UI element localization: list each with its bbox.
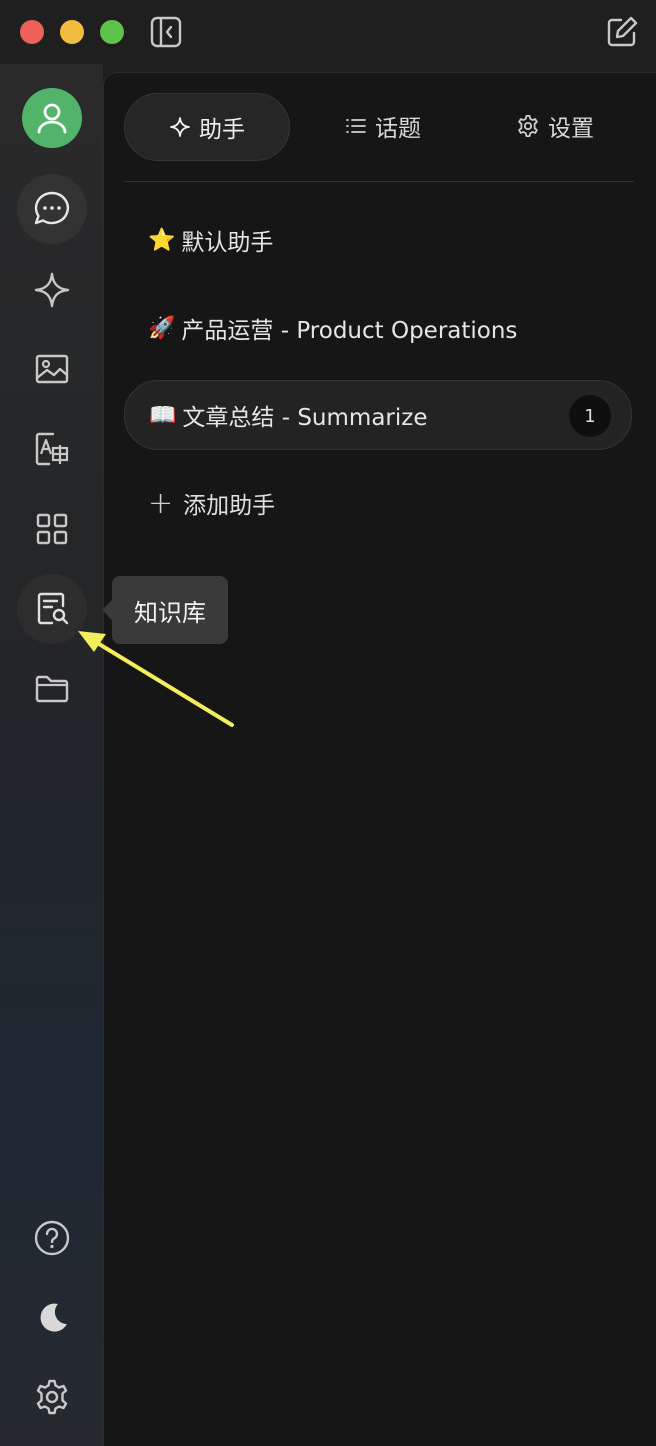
sidebar-collapse-icon bbox=[150, 16, 182, 48]
tab-label: 话题 bbox=[375, 116, 421, 142]
tab-label: 设置 bbox=[548, 116, 594, 142]
sparkle-icon bbox=[170, 117, 190, 137]
topic-count-badge: 1 bbox=[569, 395, 611, 437]
apps-grid-icon bbox=[36, 513, 68, 545]
close-window-button[interactable] bbox=[20, 20, 44, 44]
sidebar-toggle-button[interactable] bbox=[148, 14, 184, 50]
tab-settings[interactable]: 设置 bbox=[496, 93, 614, 159]
chat-icon bbox=[34, 191, 69, 225]
rail-settings-button[interactable] bbox=[17, 1362, 87, 1432]
assistant-item-summarize[interactable]: 📖 文章总结 - Summarize 1 bbox=[124, 380, 632, 450]
app-window: 助手 话题 设置 ⭐ 默认助手 🚀 产品运营 - Product Operati… bbox=[0, 0, 656, 1446]
translate-icon bbox=[35, 432, 69, 466]
panel-tabs: 助手 话题 设置 bbox=[124, 93, 634, 163]
assistant-name: 产品运营 - Product Operations bbox=[181, 318, 518, 344]
edit-icon bbox=[607, 16, 638, 47]
tab-assistants[interactable]: 助手 bbox=[124, 93, 290, 161]
add-assistant-button[interactable]: + 添加助手 bbox=[124, 468, 632, 538]
assistant-item-product-operations[interactable]: 🚀 产品运营 - Product Operations bbox=[124, 293, 632, 363]
user-avatar[interactable] bbox=[22, 88, 82, 148]
image-icon bbox=[35, 354, 69, 384]
add-assistant-label: 添加助手 bbox=[183, 493, 276, 519]
assistant-name: 默认助手 bbox=[181, 230, 274, 256]
title-bar bbox=[0, 0, 656, 64]
rail-theme-toggle-button[interactable] bbox=[17, 1283, 87, 1353]
list-icon bbox=[346, 119, 366, 133]
user-avatar-icon bbox=[37, 103, 67, 134]
rail-translate-button[interactable] bbox=[17, 414, 87, 484]
rail-agents-button[interactable] bbox=[17, 255, 87, 325]
star-icon: ⭐ bbox=[148, 227, 176, 253]
tab-label: 助手 bbox=[199, 117, 245, 143]
minimize-window-button[interactable] bbox=[60, 20, 84, 44]
folder-icon bbox=[35, 675, 69, 703]
rail-apps-button[interactable] bbox=[17, 494, 87, 564]
icon-rail bbox=[0, 64, 103, 1446]
rail-help-button[interactable] bbox=[17, 1203, 87, 1273]
sparkle-icon bbox=[34, 272, 70, 308]
moon-icon bbox=[40, 1303, 67, 1332]
gear-icon bbox=[36, 1379, 68, 1415]
book-icon: 📖 bbox=[149, 402, 177, 428]
tab-topics[interactable]: 话题 bbox=[324, 93, 442, 159]
help-icon bbox=[34, 1220, 70, 1256]
rocket-icon: 🚀 bbox=[148, 315, 176, 341]
knowledge-base-icon bbox=[37, 592, 69, 625]
gear-icon bbox=[518, 115, 538, 137]
tabs-divider bbox=[124, 181, 634, 182]
annotation-arrow-icon bbox=[78, 631, 234, 727]
rail-painting-button[interactable] bbox=[17, 334, 87, 404]
rail-chat-button[interactable] bbox=[17, 174, 87, 244]
assistants-panel: 助手 话题 设置 ⭐ 默认助手 🚀 产品运营 - Product Operati… bbox=[103, 72, 656, 1446]
plus-icon: + bbox=[148, 485, 174, 521]
maximize-window-button[interactable] bbox=[100, 20, 124, 44]
assistant-name: 文章总结 - Summarize bbox=[182, 405, 428, 431]
assistant-item-default[interactable]: ⭐ 默认助手 bbox=[124, 205, 632, 275]
new-topic-button[interactable] bbox=[604, 14, 640, 50]
